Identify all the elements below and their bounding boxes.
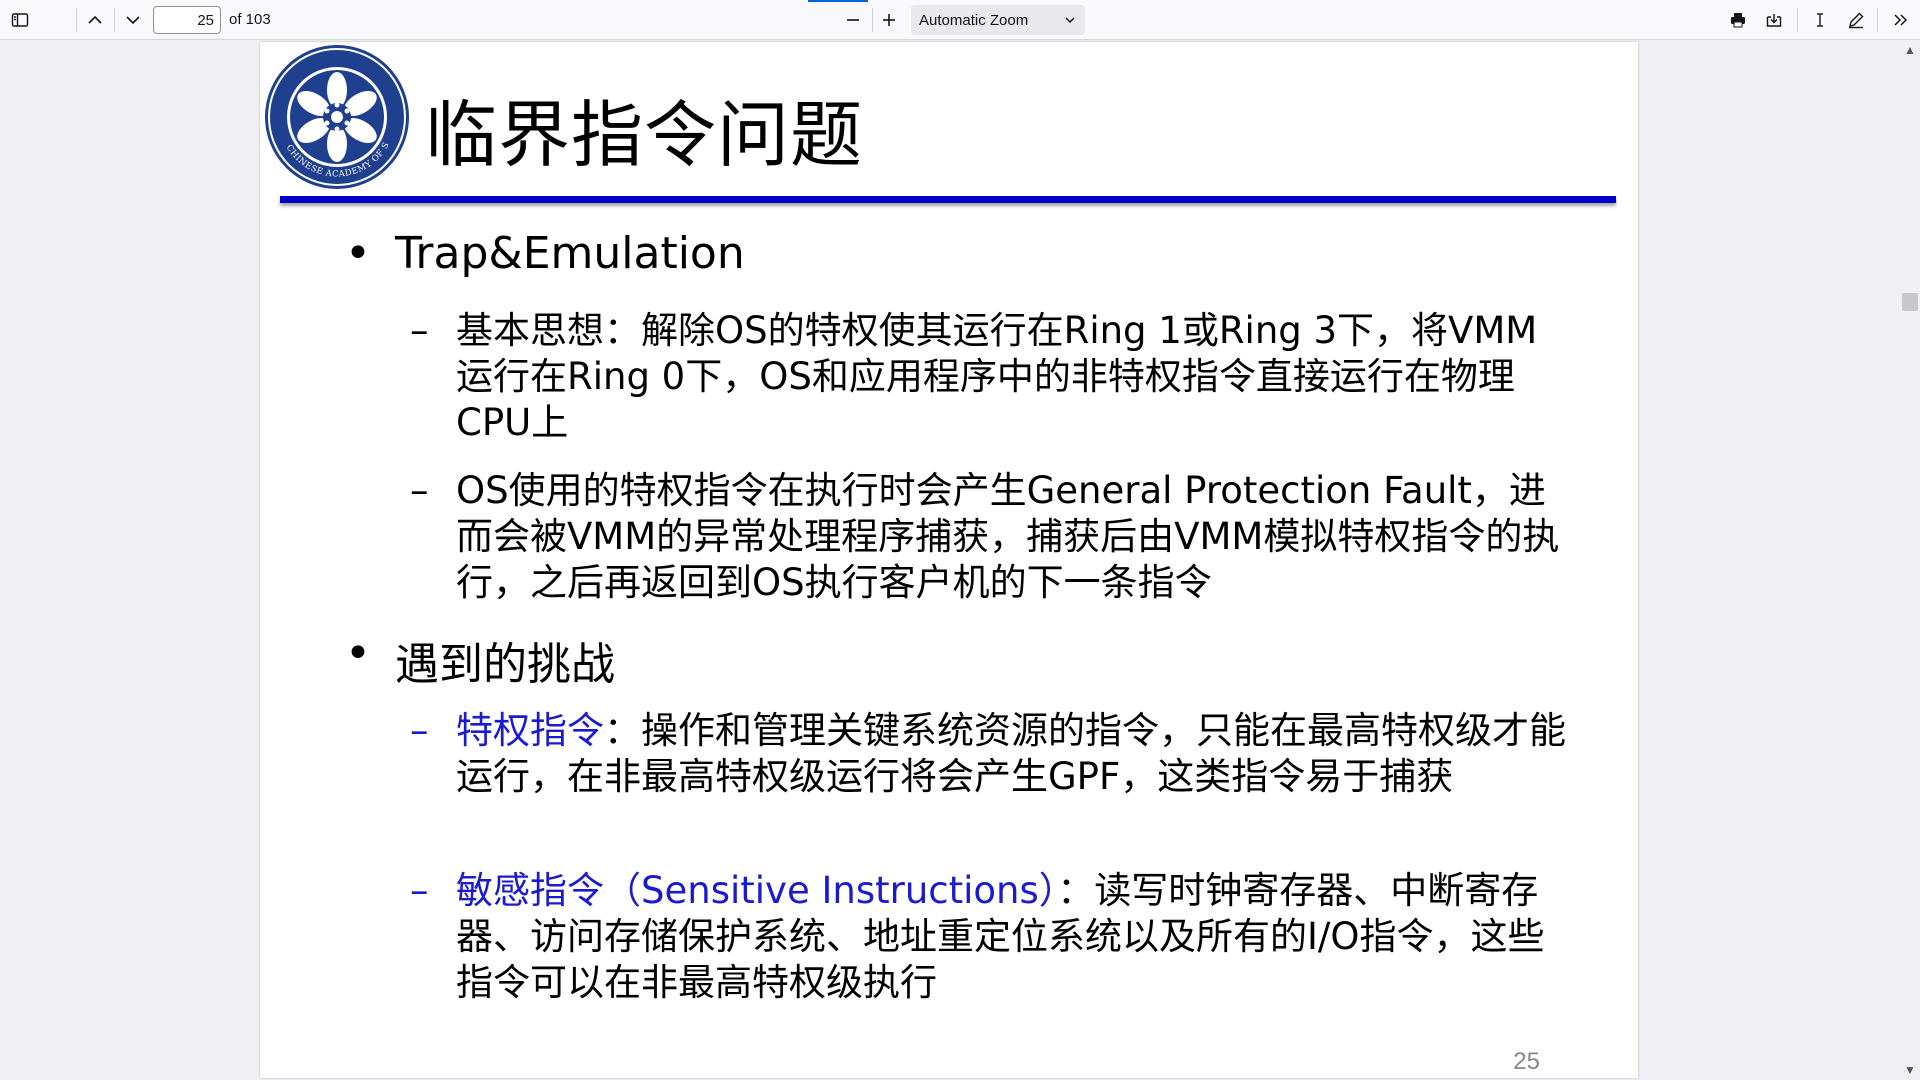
chevron-down-icon[interactable] bbox=[118, 5, 148, 35]
page-number-input[interactable] bbox=[153, 6, 221, 34]
download-icon[interactable] bbox=[1759, 5, 1789, 35]
term-definition: ：操作和管理关键系统资源的指令，只能在最高特权级才能运行，在非最高特权级运行将会… bbox=[456, 709, 1566, 798]
slide-title: 临界指令问题 bbox=[425, 93, 864, 177]
toolbar-separator bbox=[1797, 8, 1798, 32]
pen-icon[interactable] bbox=[1841, 5, 1871, 35]
toolbar-separator bbox=[1877, 8, 1878, 32]
page-count-label: of 103 bbox=[229, 11, 271, 28]
scroll-thumb[interactable] bbox=[1902, 293, 1918, 311]
sub-bullet-text: OS使用的特权指令在执行时会产生General Protection Fault… bbox=[456, 469, 1560, 604]
zoom-select[interactable]: Automatic Zoom bbox=[911, 5, 1085, 35]
sub-bullet-text: 特权指令：操作和管理关键系统资源的指令，只能在最高特权级才能运行，在非最高特权级… bbox=[456, 708, 1566, 800]
toolbar-separator bbox=[76, 8, 77, 32]
toolbar-separator bbox=[872, 8, 873, 32]
pdf-toolbar: of 103 Automatic Zoom bbox=[0, 0, 1920, 40]
loading-bar bbox=[808, 0, 868, 2]
minus-icon[interactable] bbox=[838, 5, 868, 35]
vertical-scrollbar[interactable]: ▲ ▼ bbox=[1900, 40, 1920, 1080]
sub-bullet-symbol: – bbox=[410, 309, 429, 352]
zoom-select-label: Automatic Zoom bbox=[919, 11, 1029, 29]
bullet-text: Trap&Emulation bbox=[395, 228, 745, 279]
sub-bullet-text: 敏感指令（Sensitive Instructions）：读写时钟寄存器、中断寄… bbox=[456, 868, 1566, 1006]
bullet-text: 遇到的挑战 bbox=[395, 639, 615, 690]
slide-page-number: 25 bbox=[1513, 1048, 1540, 1075]
toolbar-separator bbox=[114, 8, 115, 32]
term-highlight: 特权指令 bbox=[456, 709, 604, 752]
sub-bullet-symbol: – bbox=[410, 469, 429, 512]
scroll-up-arrow-icon[interactable]: ▲ bbox=[1902, 42, 1918, 58]
title-rule bbox=[280, 196, 1616, 203]
text-cursor-icon[interactable] bbox=[1805, 5, 1835, 35]
sub-bullet-symbol: – bbox=[410, 709, 429, 752]
pdf-page: CHINESE ACADEMY OF SCIENCES 临界指令问题 • Tra… bbox=[260, 42, 1638, 1078]
sidebar-toggle-icon[interactable] bbox=[5, 5, 35, 35]
chevron-up-icon[interactable] bbox=[80, 5, 110, 35]
double-chevron-right-icon[interactable] bbox=[1885, 5, 1915, 35]
plus-icon[interactable] bbox=[874, 5, 904, 35]
chevron-down-icon bbox=[1065, 17, 1075, 24]
cas-logo-icon: CHINESE ACADEMY OF SCIENCES bbox=[262, 42, 409, 189]
bullet-symbol: • bbox=[345, 228, 371, 279]
sub-bullet-symbol: – bbox=[410, 869, 429, 912]
scroll-down-arrow-icon[interactable]: ▼ bbox=[1902, 1062, 1918, 1078]
bullet-symbol: • bbox=[345, 628, 371, 679]
term-highlight: 敏感指令（Sensitive Instructions） bbox=[456, 869, 1058, 912]
printer-icon[interactable] bbox=[1723, 5, 1753, 35]
document-viewer[interactable]: CHINESE ACADEMY OF SCIENCES 临界指令问题 • Tra… bbox=[0, 40, 1920, 1080]
sub-bullet-text: 基本思想：解除OS的特权使其运行在Ring 1或Ring 3下，将VMM运行在R… bbox=[456, 309, 1538, 444]
